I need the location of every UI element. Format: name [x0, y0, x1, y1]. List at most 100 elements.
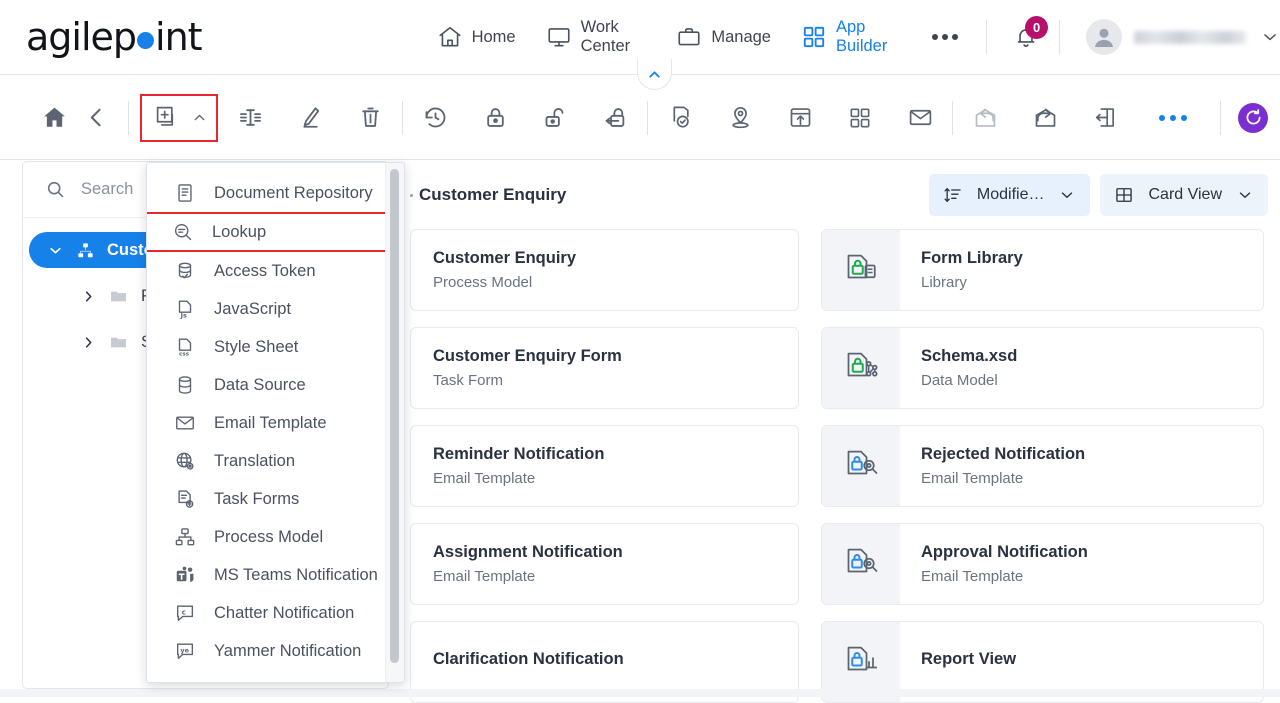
nav-more-button[interactable]	[932, 34, 959, 40]
chevron-down-icon	[1058, 186, 1076, 204]
toolbar-history-button[interactable]	[414, 97, 456, 139]
nav-item-home[interactable]: Home	[437, 24, 516, 50]
bottom-strip	[0, 689, 1280, 697]
toolbar-undo-checkout-button[interactable]	[594, 97, 636, 139]
toolbar-import-button[interactable]	[964, 97, 1006, 139]
toolbar-edit-button[interactable]	[289, 97, 331, 139]
menu-item-data-source[interactable]: Data Source	[147, 366, 404, 404]
toolbar-lock-button[interactable]	[474, 97, 516, 139]
chatter-icon: c	[173, 602, 196, 625]
toolbar-validate-button[interactable]	[659, 97, 701, 139]
toolbar-deploy-button[interactable]	[779, 97, 821, 139]
document-repository-icon	[173, 182, 196, 205]
card-title: Schema.xsd	[921, 347, 1018, 365]
menu-item-access-token[interactable]: Access Token	[147, 252, 404, 290]
add-item-group-highlighted[interactable]	[140, 93, 218, 142]
menu-item-process-model[interactable]: Process Model	[147, 518, 404, 556]
locked-form-library-icon	[822, 230, 900, 310]
menu-item-label: Data Source	[214, 375, 306, 394]
user-name-redacted	[1134, 30, 1246, 44]
toolbar-home-button[interactable]	[33, 97, 75, 139]
nav-label-home: Home	[471, 27, 516, 46]
toolbar-divider-2	[402, 100, 403, 135]
toolbar-refresh-button[interactable]	[1232, 97, 1274, 139]
card-subtitle: Task Form	[433, 372, 504, 389]
menu-item-yammer-notification[interactable]: ye Yammer Notification	[147, 632, 404, 670]
card-subtitle: Email Template	[433, 470, 536, 487]
toolbar-divider-3	[647, 100, 648, 135]
menu-item-label: Process Model	[214, 527, 324, 546]
chevron-down-icon	[47, 242, 64, 259]
sort-dropdown[interactable]: Modifie…	[928, 174, 1091, 216]
nav-divider	[986, 20, 988, 54]
toolbar-publish-button[interactable]	[719, 97, 761, 139]
toolbar-back-button[interactable]	[75, 97, 117, 139]
toolbar-delete-button[interactable]	[349, 97, 391, 139]
menu-scrollbar-thumb[interactable]	[390, 169, 399, 663]
toolbar-migrate-button[interactable]	[1084, 97, 1126, 139]
menu-item-javascript[interactable]: Js JavaScript	[147, 290, 404, 328]
menu-item-translation[interactable]: Translation	[147, 442, 404, 480]
card-item[interactable]: Reminder Notification Email Template	[410, 425, 799, 507]
menu-item-chatter-notification[interactable]: c Chatter Notification	[147, 594, 404, 632]
nav-label-app-builder: App Builder	[835, 18, 888, 55]
nav-item-work-center[interactable]: Work Center	[546, 18, 647, 56]
svg-text:ye: ye	[180, 646, 189, 654]
agilepoint-logo[interactable]: agilep int	[26, 15, 203, 59]
add-item-button[interactable]	[144, 97, 186, 139]
card-title: Customer Enquiry Form	[433, 347, 622, 365]
toolbar-email-button[interactable]	[899, 97, 941, 139]
card-title: Assignment Notification	[433, 543, 623, 561]
menu-item-label: Translation	[214, 451, 296, 470]
menu-item-label: MS Teams Notification	[214, 565, 378, 584]
toolbar-rename-button[interactable]	[229, 97, 271, 139]
add-item-caret-button[interactable]	[186, 97, 212, 139]
menu-item-email-template[interactable]: Email Template	[147, 404, 404, 442]
translation-icon	[173, 450, 196, 473]
menu-item-label: Style Sheet	[214, 337, 299, 356]
card-item[interactable]: Schema.xsd Data Model	[821, 327, 1264, 409]
toolbar-more-button[interactable]	[1152, 97, 1194, 139]
card-content: Assignment Notification Email Template	[411, 543, 623, 585]
card-item[interactable]: Customer Enquiry Process Model	[410, 229, 799, 311]
dot-3	[952, 34, 959, 40]
card-item[interactable]: Customer Enquiry Form Task Form	[410, 327, 799, 409]
menu-item-label: Lookup	[212, 222, 267, 241]
briefcase-icon	[676, 24, 702, 50]
user-menu[interactable]	[1086, 19, 1280, 55]
logo-text-after: int	[155, 15, 203, 59]
lookup-icon	[171, 221, 194, 244]
chevron-up-icon	[646, 66, 663, 83]
card-content: Report View	[900, 650, 1016, 675]
search-icon	[45, 179, 66, 200]
toolbar-divider-5	[1220, 100, 1221, 135]
menu-item-ms-teams-notification[interactable]: MS Teams Notification	[147, 556, 404, 594]
menu-item-label: Task Forms	[214, 489, 300, 508]
sitemap-icon	[76, 241, 95, 260]
monitor-icon	[546, 24, 572, 50]
nav-item-manage[interactable]: Manage	[676, 24, 771, 50]
menu-item-document-repository[interactable]: Document Repository	[147, 174, 404, 212]
card-title: Report View	[921, 649, 1017, 668]
view-dropdown[interactable]: Card View	[1100, 174, 1268, 216]
toolbar-unlock-button[interactable]	[534, 97, 576, 139]
card-item[interactable]: Form Library Library	[821, 229, 1264, 311]
notifications-button[interactable]: 0	[1013, 16, 1049, 50]
nav-item-app-builder[interactable]: App Builder	[801, 18, 896, 56]
toolbar-export-button[interactable]	[1024, 97, 1066, 139]
toolbar-apps-button[interactable]	[839, 97, 881, 139]
card-item[interactable]: Rejected Notification Email Template	[821, 425, 1264, 507]
breadcrumb-separator	[410, 193, 413, 197]
menu-item-style-sheet[interactable]: css Style Sheet	[147, 328, 404, 366]
card-item[interactable]: Approval Notification Email Template	[821, 523, 1264, 605]
page-title: Customer Enquiry	[419, 185, 567, 204]
card-content: Rejected Notification Email Template	[900, 445, 1085, 487]
refresh-icon	[1238, 102, 1268, 133]
menu-item-task-forms[interactable]: Task Forms	[147, 480, 404, 518]
access-token-icon	[173, 260, 196, 283]
menu-item-lookup[interactable]: Lookup	[147, 212, 404, 252]
card-item[interactable]: Assignment Notification Email Template	[410, 523, 799, 605]
card-subtitle: Process Model	[433, 274, 533, 291]
yammer-icon: ye	[173, 640, 196, 663]
ms-teams-icon	[173, 564, 196, 587]
